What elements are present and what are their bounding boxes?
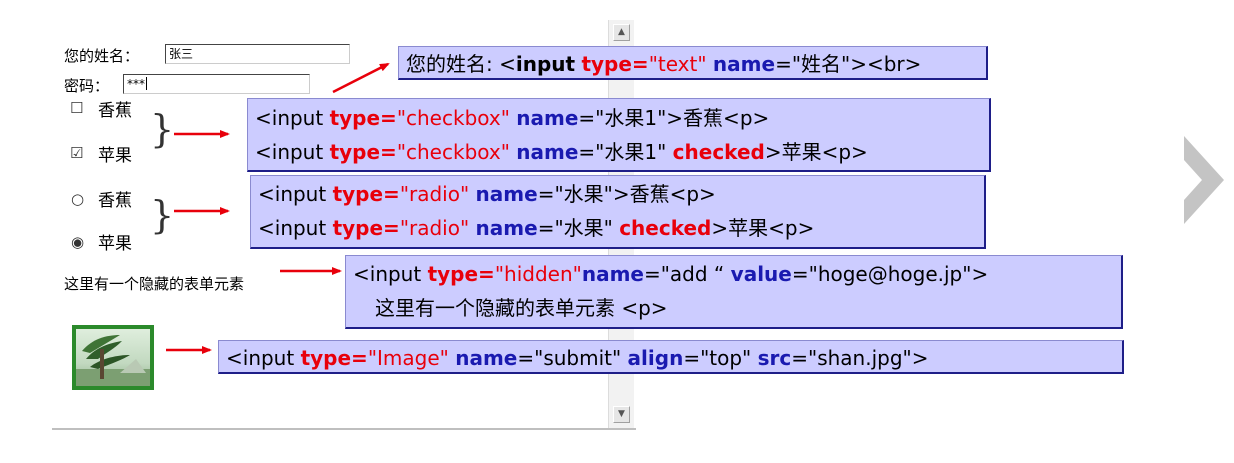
code-checkbox-line-1: <input type="checkbox" name="水果1">香蕉<p>: [255, 106, 770, 130]
code-radio-line-2: <input type="radio" name="水果" checked>苹果…: [258, 216, 815, 240]
code-radio-line-1: <input type="radio" name="水果">香蕉<p>: [258, 182, 716, 206]
arrow-to-text-code: [332, 62, 390, 94]
code-text-input: 您的姓名: <input type="text" name="姓名"><br>: [398, 46, 988, 80]
code-checkbox-line-2: <input type="checkbox" name="水果1" checke…: [255, 140, 868, 164]
code-hidden-line-1: <input type="hidden"name="add “ value="h…: [353, 262, 989, 286]
chevron-right-icon: [1184, 136, 1224, 224]
code-radio: <input type="radio" name="水果">香蕉<p> <inp…: [250, 175, 986, 249]
code-hidden: <input type="hidden"name="add “ value="h…: [345, 255, 1123, 329]
code-checkbox: <input type="checkbox" name="水果1">香蕉<p> …: [247, 98, 991, 172]
code-hidden-line-2: 这里有一个隐藏的表单元素 <p>: [375, 296, 668, 320]
code-image: <input type="Image" name="submit" align=…: [218, 340, 1124, 374]
